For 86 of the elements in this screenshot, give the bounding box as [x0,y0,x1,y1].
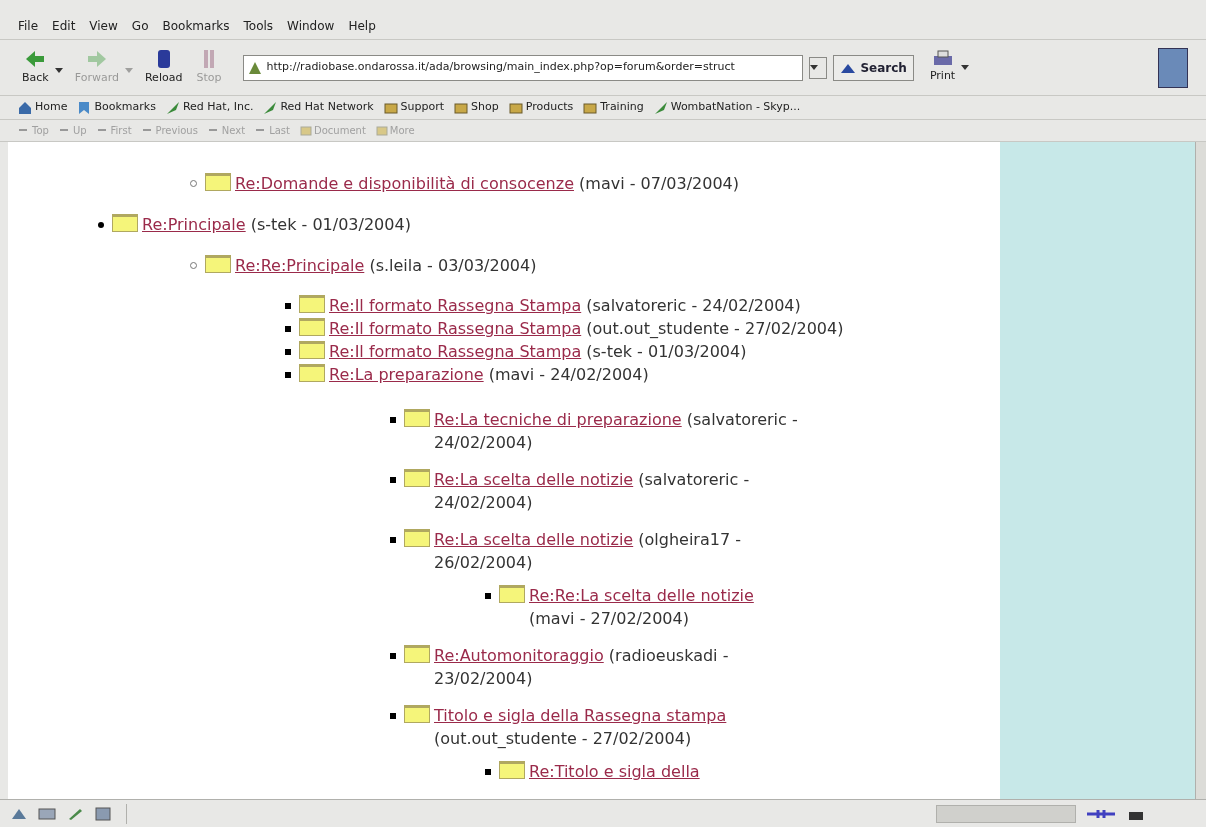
bookmark-link[interactable]: Home [18,99,68,116]
caret-icon[interactable] [810,64,819,71]
caret-icon[interactable] [961,64,970,71]
post-entry: Re:La preparazione (mavi - 24/02/2004) [329,364,650,386]
bookmark-link[interactable]: Red Hat, Inc. [165,99,254,116]
search-button[interactable]: Search [833,54,914,81]
folder-icon [205,173,231,191]
thread-link[interactable]: Re:La scelta delle notizie [434,470,634,489]
thread-link[interactable]: Re:Il formato Rassegna Stampa [329,319,582,338]
bullet-icon [285,371,291,378]
bookmark-link[interactable]: Products [508,99,574,116]
thread-link[interactable]: Re:Il formato Rassegna Stampa [329,342,582,361]
folder-icon [404,529,430,547]
bullet-icon [390,476,396,483]
folder-icon [299,318,325,336]
thread-link[interactable]: Re:Domande e disponibilità di consocenze [235,174,574,193]
bullet-icon [390,416,396,423]
bookmark-link[interactable]: Support [383,99,445,116]
bookmark-link[interactable]: Training [583,99,644,116]
bookmark-link[interactable]: WombatNation - Skyp... [653,99,801,116]
post-entry: Re:La scelta delle notizie (olgheira17 - 26/02/2004) [434,529,742,574]
bullet-icon [285,348,291,355]
bullet-icon [485,592,491,599]
caret-icon[interactable] [54,68,63,75]
post-entry: Re:Il formato Rassegna Stampa (out.out_studente - 27/02/2004) [329,318,845,340]
bookmark-link[interactable]: Shop [454,99,499,116]
folder-icon [404,469,430,487]
toolbar-button[interactable]: Reload [140,48,187,87]
bullet-icon [390,652,396,659]
thread-link[interactable]: Re:Il formato Rassegna Stampa [329,296,582,315]
menu-item[interactable]: Tools [243,17,274,35]
bookmark-link[interactable]: Red Hat Network [263,99,374,116]
folder-icon [299,364,325,382]
post-entry: Re:Automonitoraggio (radioeuskadi - 23/02/2004) [434,645,730,690]
thread-link[interactable]: Re:Re:Principale [235,256,365,275]
thread-link[interactable]: Re:Titolo e sigla della [529,762,700,781]
folder-icon [299,341,325,359]
bullet-icon [285,302,291,309]
folder-icon[interactable] [383,100,398,115]
folder-icon [299,295,325,313]
folder-icon[interactable] [583,100,598,115]
bullet-icon [390,536,396,543]
menu-item[interactable]: Edit [52,17,76,35]
bullet-icon [285,325,291,332]
print-button[interactable]: Print [929,50,956,85]
bullet-icon [390,712,396,719]
folder-icon[interactable] [454,100,469,115]
post-entry: Re:Domande e disponibilità di consocenze (mavi - 07/03/2004) [235,173,741,195]
post-entry: Re:La scelta delle notizie (salvatoreric - 24/02/2004) [434,469,751,514]
menu-item[interactable]: Bookmarks [162,17,230,35]
folder-icon[interactable] [508,100,523,115]
menu-item[interactable]: Help [348,17,376,35]
dropdown-button[interactable] [809,56,828,79]
post-entry: Re:Il formato Rassegna Stampa (salvatoreric - 24/02/2004) [329,295,802,317]
folder-icon [404,409,430,427]
menu-item[interactable]: Window [287,17,335,35]
folder-icon [205,255,231,273]
post-entry: Re:Re:La scelta delle notizie (mavi - 27/02/2004) [529,585,755,630]
thread-link[interactable]: Re:La tecniche di preparazione [434,410,682,429]
thread-link[interactable]: Re:Re:La scelta delle notizie [529,586,754,605]
folder-icon [499,761,525,779]
scrollbar[interactable] [1195,142,1206,799]
thread-link[interactable]: Re:Automonitoraggio [434,646,604,665]
toolbar-button[interactable]: Back [18,48,65,87]
menu-item[interactable]: View [89,17,118,35]
thread-link[interactable]: Re:La scelta delle notizie [434,530,634,549]
thread-link[interactable]: Titolo e sigla della Rassegna stampa [434,706,727,725]
post-entry: Re:Principale (s-tek - 01/03/2004) [142,214,412,236]
thread-link[interactable]: Re:Principale [142,215,246,234]
post-entry: Re:Re:Principale (s.leila - 03/03/2004) [235,255,538,277]
bookmark-icon[interactable] [77,100,92,115]
folder-icon [499,585,525,603]
menu-item[interactable]: Go [131,17,149,35]
house-icon[interactable] [18,100,32,115]
folder-icon [112,214,138,232]
folder-icon [404,705,430,723]
thread-link[interactable]: Re:La preparazione [329,365,484,384]
address-field[interactable]: http://radiobase.ondarossa.it/ada/browsing/main_index.php?op=forum&order=struct [243,54,804,81]
menu-item[interactable]: File [18,17,39,35]
post-entry: Re:La tecniche di preparazione (salvatoreric - 24/02/2004) [434,409,799,454]
post-entry: Re:Il formato Rassegna Stampa (s-tek - 01/03/2004) [329,341,748,363]
bullet-icon [485,768,491,775]
bookmark-link[interactable]: Bookmarks [77,99,156,116]
bullet-icon [98,221,104,228]
post-entry: Titolo e sigla della Rassegna stampa (out.out_studente - 27/02/2004) [434,705,728,750]
folder-icon [404,645,430,663]
